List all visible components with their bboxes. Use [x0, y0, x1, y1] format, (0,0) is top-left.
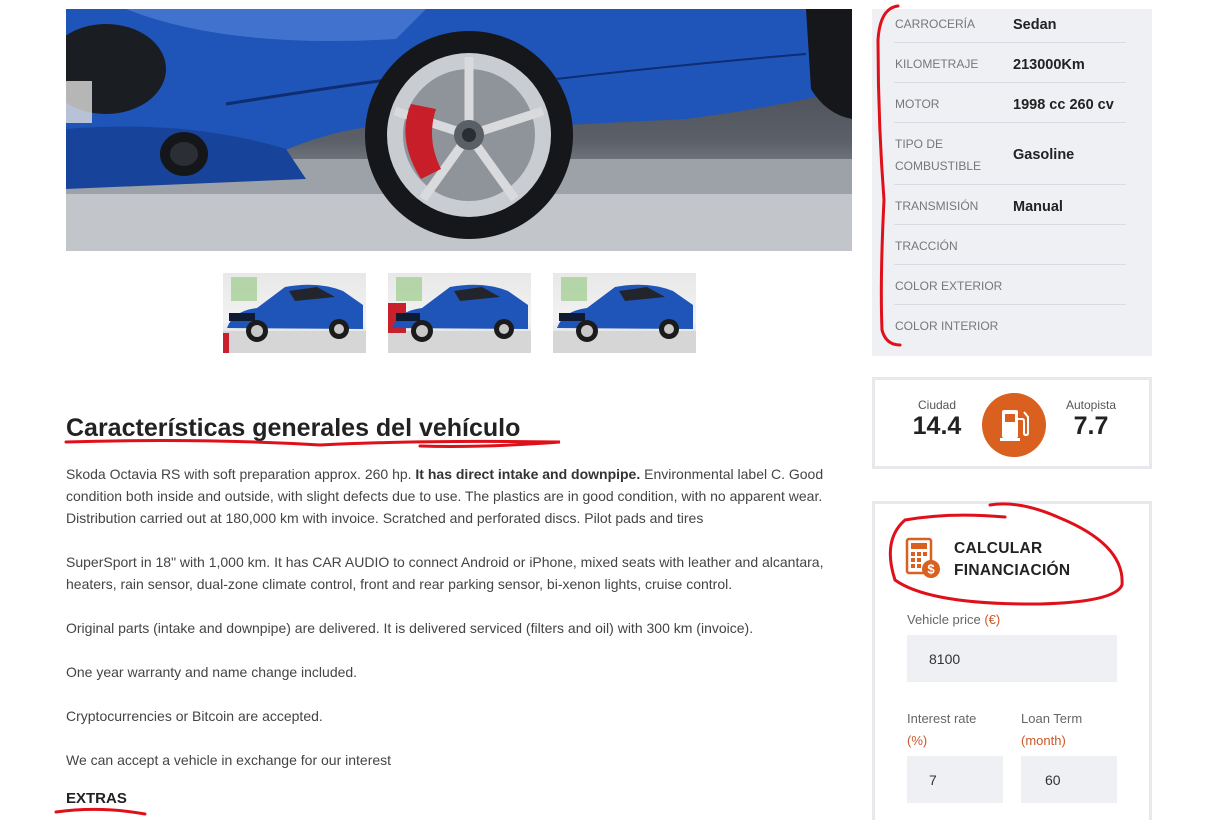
interest-rate-label: Interest rate [907, 711, 977, 726]
fuel-pump-icon [982, 393, 1046, 457]
highway-label: Autopista [1065, 398, 1117, 412]
spec-label: COLOR EXTERIOR [895, 279, 1003, 293]
city-value: 14.4 [912, 412, 962, 440]
thumbnail-2[interactable] [388, 273, 531, 353]
calculator-dollar-icon: $ [905, 537, 941, 586]
finance-title-line2: FINANCIACIÓN [954, 562, 1071, 579]
spec-value: Gasoline [1013, 147, 1075, 163]
spec-label-line1: TIPO DE [895, 137, 944, 151]
finance-title: CALCULAR FINANCIACIÓN [954, 538, 1070, 582]
spec-row-exterior-color: COLOR EXTERIOR [894, 265, 1126, 305]
loan-term-unit: (month) [1021, 733, 1066, 748]
vehicle-price-input[interactable] [907, 635, 1117, 682]
spec-row-mileage: KILOMETRAJE 213000Km [894, 43, 1126, 83]
vehicle-price-label-text: Vehicle price [907, 612, 981, 627]
interest-rate-input[interactable] [907, 756, 1003, 803]
loan-term-input[interactable] [1021, 756, 1117, 803]
spec-row-traction: TRACCIÓN [894, 225, 1126, 265]
specs-panel: CARROCERÍA Sedan KILOMETRAJE 213000Km MO… [872, 9, 1152, 356]
spec-value: 213000Km [1013, 57, 1085, 73]
spec-label: TRACCIÓN [895, 239, 958, 253]
highway-value: 7.7 [1073, 412, 1109, 440]
interest-rate-unit: (%) [907, 733, 928, 748]
description-paragraph-5: Cryptocurrencies or Bitcoin are accepted… [66, 708, 323, 724]
spec-label: COLOR INTERIOR [895, 319, 999, 333]
spec-value: Manual [1013, 199, 1063, 215]
finance-calculator: $ CALCULAR FINANCIACIÓN Vehicle price (€… [872, 501, 1152, 820]
section-title: Características generales del vehículo [66, 414, 521, 442]
vehicle-price-unit: (€) [984, 612, 1001, 627]
city-label: Ciudad [917, 398, 957, 412]
spec-row-engine: MOTOR 1998 cc 260 cv [894, 83, 1126, 123]
description-paragraph-2: SuperSport in 18" with 1,000 km. It has … [66, 554, 824, 592]
spec-row-interior-color: COLOR INTERIOR [894, 305, 1126, 345]
spec-label: CARROCERÍA [895, 17, 976, 31]
spec-row-body: CARROCERÍA Sedan [894, 9, 1126, 43]
description-paragraph-3: Original parts (intake and downpipe) are… [66, 620, 754, 636]
main-car-photo[interactable] [66, 9, 852, 251]
spec-value: Sedan [1013, 17, 1057, 33]
finance-title-line1: CALCULAR [954, 540, 1043, 557]
thumbnail-1[interactable] [223, 273, 366, 353]
svg-text:$: $ [927, 562, 935, 577]
description-paragraph-1: Skoda Octavia RS with soft preparation a… [66, 463, 856, 529]
description-bold-text: It has direct intake and downpipe. [415, 466, 641, 482]
spec-row-fuel-type: TIPO DE COMBUSTIBLE Gasoline [894, 123, 1126, 185]
thumbnail-3[interactable] [553, 273, 696, 353]
spec-label: TRANSMISIÓN [895, 199, 979, 213]
spec-label: MOTOR [895, 97, 940, 111]
annotation-underline-extras [54, 807, 147, 816]
extras-heading: EXTRAS [66, 790, 127, 807]
description-text: Skoda Octavia RS with soft preparation a… [66, 466, 416, 482]
fuel-consumption-box: Ciudad 14.4 Autopista 7.7 [872, 377, 1152, 469]
description-paragraph-4: One year warranty and name change includ… [66, 664, 358, 680]
description-paragraph-6: We can accept a vehicle in exchange for … [66, 752, 392, 768]
spec-label: KILOMETRAJE [895, 57, 979, 71]
spec-label-line2: COMBUSTIBLE [895, 159, 982, 173]
loan-term-label: Loan Term [1021, 711, 1083, 726]
spec-value: 1998 cc 260 cv [1013, 97, 1114, 113]
vehicle-price-label: Vehicle price (€) [907, 612, 1000, 627]
spec-row-transmission: TRANSMISIÓN Manual [894, 185, 1126, 225]
